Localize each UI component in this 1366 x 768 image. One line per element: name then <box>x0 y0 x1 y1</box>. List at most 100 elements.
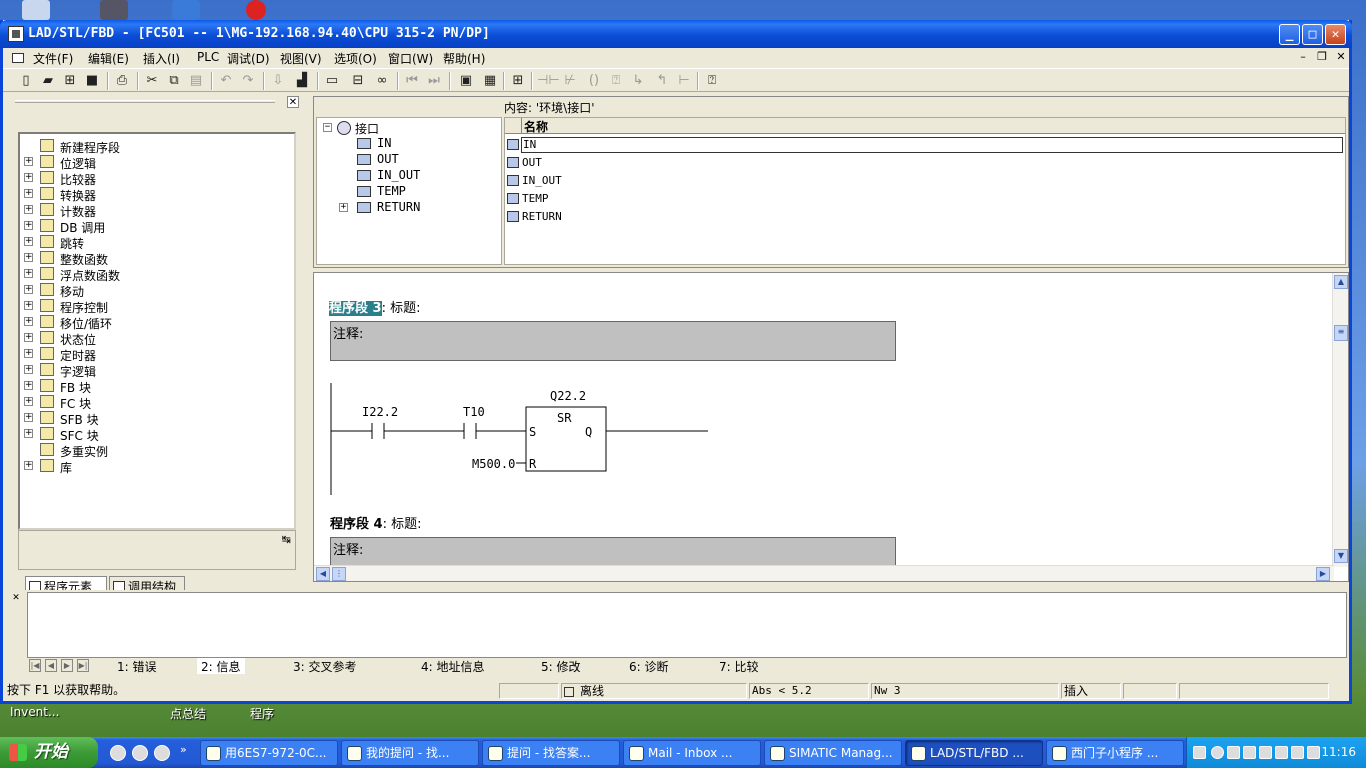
tab-address-info[interactable]: 4: 地址信息 <box>417 658 489 674</box>
program-element-item[interactable]: + 库 <box>20 458 290 475</box>
menu-debug[interactable]: 调试(D) <box>227 50 270 67</box>
expand-icon[interactable]: + <box>24 173 33 182</box>
menu-window[interactable]: 窗口(W) <box>388 50 433 67</box>
expand-icon[interactable]: + <box>24 429 33 438</box>
contact-1-address[interactable]: I22.2 <box>362 405 398 419</box>
copy-icon[interactable]: ⧉ <box>165 72 183 90</box>
ie-icon[interactable] <box>154 745 170 761</box>
taskbar-item[interactable]: 用6ES7-972-0C... <box>200 740 338 766</box>
child-close-button[interactable]: ✕ <box>1333 50 1349 63</box>
vertical-scrollbar[interactable]: ▲ ≡ ▼ <box>1332 273 1348 567</box>
expand-icon[interactable]: + <box>24 317 33 326</box>
collapse-icon[interactable]: − <box>323 123 332 132</box>
document-menu-icon[interactable] <box>12 53 24 63</box>
contact-2-address[interactable]: T10 <box>463 405 485 419</box>
connection-icon[interactable]: ⊢ <box>675 72 693 90</box>
volume-icon[interactable] <box>1307 746 1320 759</box>
program-element-item[interactable]: + 移位/循环 <box>20 314 290 331</box>
tab-first-icon[interactable]: |◀ <box>29 659 41 672</box>
print-icon[interactable]: ⎙ <box>113 72 131 90</box>
quicklaunch-icon[interactable] <box>110 745 126 761</box>
overview-icon[interactable]: ▣ <box>457 72 475 90</box>
close-button[interactable]: ✕ <box>1325 24 1346 45</box>
table-row[interactable]: IN_OUT <box>505 172 1345 190</box>
nodes-icon[interactable]: ⊟ <box>349 72 367 90</box>
coil-icon[interactable]: () <box>585 72 603 90</box>
ladder-editor[interactable]: 程序段 3: 标题: 注释: I22.2 T10 Q22.2 SR S Q R … <box>313 272 1349 582</box>
desktop-label[interactable]: 点总结 <box>170 705 206 722</box>
menu-view[interactable]: 视图(V) <box>280 50 322 67</box>
wifi-icon[interactable] <box>1291 746 1304 759</box>
expand-icon[interactable]: + <box>24 365 33 374</box>
redo-icon[interactable]: ↷ <box>239 72 257 90</box>
tab-next-icon[interactable]: ▶ <box>61 659 73 672</box>
program-element-item[interactable]: + FB 块 <box>20 378 290 395</box>
table-row[interactable]: IN <box>505 136 1345 154</box>
network-icon[interactable] <box>1227 746 1240 759</box>
menu-insert[interactable]: 插入(I) <box>143 50 180 67</box>
program-element-item[interactable]: + 定时器 <box>20 346 290 363</box>
pane-close-icon[interactable]: ✕ <box>287 96 299 108</box>
scroll-right-icon[interactable]: ▶ <box>1316 567 1330 581</box>
tab-cross-reference[interactable]: 3: 交叉参考 <box>289 658 361 674</box>
expand-icon[interactable]: + <box>24 237 33 246</box>
expand-icon[interactable]: + <box>24 221 33 230</box>
tab-last-icon[interactable]: ▶| <box>77 659 89 672</box>
tray-app-icon[interactable] <box>1275 746 1288 759</box>
desktop-icon[interactable] <box>246 0 266 20</box>
desktop-icon[interactable] <box>22 0 50 20</box>
new-network-icon[interactable]: ⊞ <box>509 72 527 90</box>
maximize-button[interactable]: □ <box>1302 24 1323 45</box>
new-icon[interactable]: ▯ <box>17 72 35 90</box>
network-4-title[interactable]: 程序段 4: 标题: <box>330 513 421 532</box>
table-row[interactable]: TEMP <box>505 190 1345 208</box>
scroll-thumb[interactable]: ≡ <box>1334 325 1348 341</box>
close-branch-icon[interactable]: ↰ <box>653 72 671 90</box>
expand-icon[interactable]: + <box>24 189 33 198</box>
reset-operand[interactable]: M500.0 <box>472 457 515 471</box>
no-contact-icon[interactable]: ⊣⊢ <box>537 72 560 90</box>
expand-icon[interactable]: + <box>24 381 33 390</box>
insert-element-icon[interactable]: ↹ <box>282 533 291 546</box>
scroll-left-icon[interactable]: ◀ <box>316 567 330 581</box>
context-help-icon[interactable]: ⍰ <box>703 72 721 90</box>
nc-contact-icon[interactable]: ⊬ <box>561 72 579 90</box>
program-element-item[interactable]: + 浮点数函数 <box>20 266 290 283</box>
expand-icon[interactable]: + <box>24 301 33 310</box>
program-element-item[interactable]: + 计数器 <box>20 202 290 219</box>
paste-icon[interactable]: ▤ <box>187 72 205 90</box>
expand-icon[interactable]: + <box>24 269 33 278</box>
expand-icon[interactable]: + <box>24 413 33 422</box>
tab-errors[interactable]: 1: 错误 <box>113 658 161 674</box>
column-name-header[interactable]: 名称 <box>521 118 1345 134</box>
vm-icon[interactable] <box>1243 746 1256 759</box>
program-element-item[interactable]: + 字逻辑 <box>20 362 290 379</box>
taskbar-item[interactable]: 提问 - 找答案... <box>482 740 620 766</box>
desktop-label[interactable]: 程序 <box>250 705 274 722</box>
program-element-item[interactable]: + 比较器 <box>20 170 290 187</box>
download-icon[interactable]: ⇩ <box>269 72 287 90</box>
program-element-item[interactable]: + DB 调用 <box>20 218 290 235</box>
tab-info[interactable]: 2: 信息 <box>197 658 245 674</box>
output-area[interactable] <box>27 592 1347 658</box>
empty-box-icon[interactable]: ⍰ <box>607 72 625 90</box>
program-element-item[interactable]: + FC 块 <box>20 394 290 411</box>
scroll-thumb[interactable]: ⋮ <box>332 567 346 581</box>
desktop-icon[interactable] <box>100 0 128 20</box>
tab-modify[interactable]: 5: 修改 <box>537 658 585 674</box>
taskbar-item[interactable]: Mail - Inbox ... <box>623 740 761 766</box>
menu-options[interactable]: 选项(O) <box>334 50 377 67</box>
taskbar-item[interactable]: 西门子小程序 ... <box>1046 740 1184 766</box>
quicklaunch-more-icon[interactable]: » <box>180 743 187 756</box>
desktop-label[interactable]: Invent... <box>10 705 59 719</box>
program-element-item[interactable]: + 整数函数 <box>20 250 290 267</box>
scroll-down-icon[interactable]: ▼ <box>1334 549 1348 563</box>
last-network-icon[interactable]: ⏭ <box>425 72 443 90</box>
taskbar-item-active[interactable]: LAD/STL/FBD ... <box>905 740 1043 766</box>
start-button[interactable]: 开始 <box>0 737 98 768</box>
undo-icon[interactable]: ↶ <box>217 72 235 90</box>
desktop-icon[interactable] <box>172 0 200 20</box>
expand-icon[interactable]: + <box>24 285 33 294</box>
tab-prev-icon[interactable]: ◀ <box>45 659 57 672</box>
horizontal-scrollbar[interactable]: ◀ ⋮ ▶ <box>314 565 1334 581</box>
